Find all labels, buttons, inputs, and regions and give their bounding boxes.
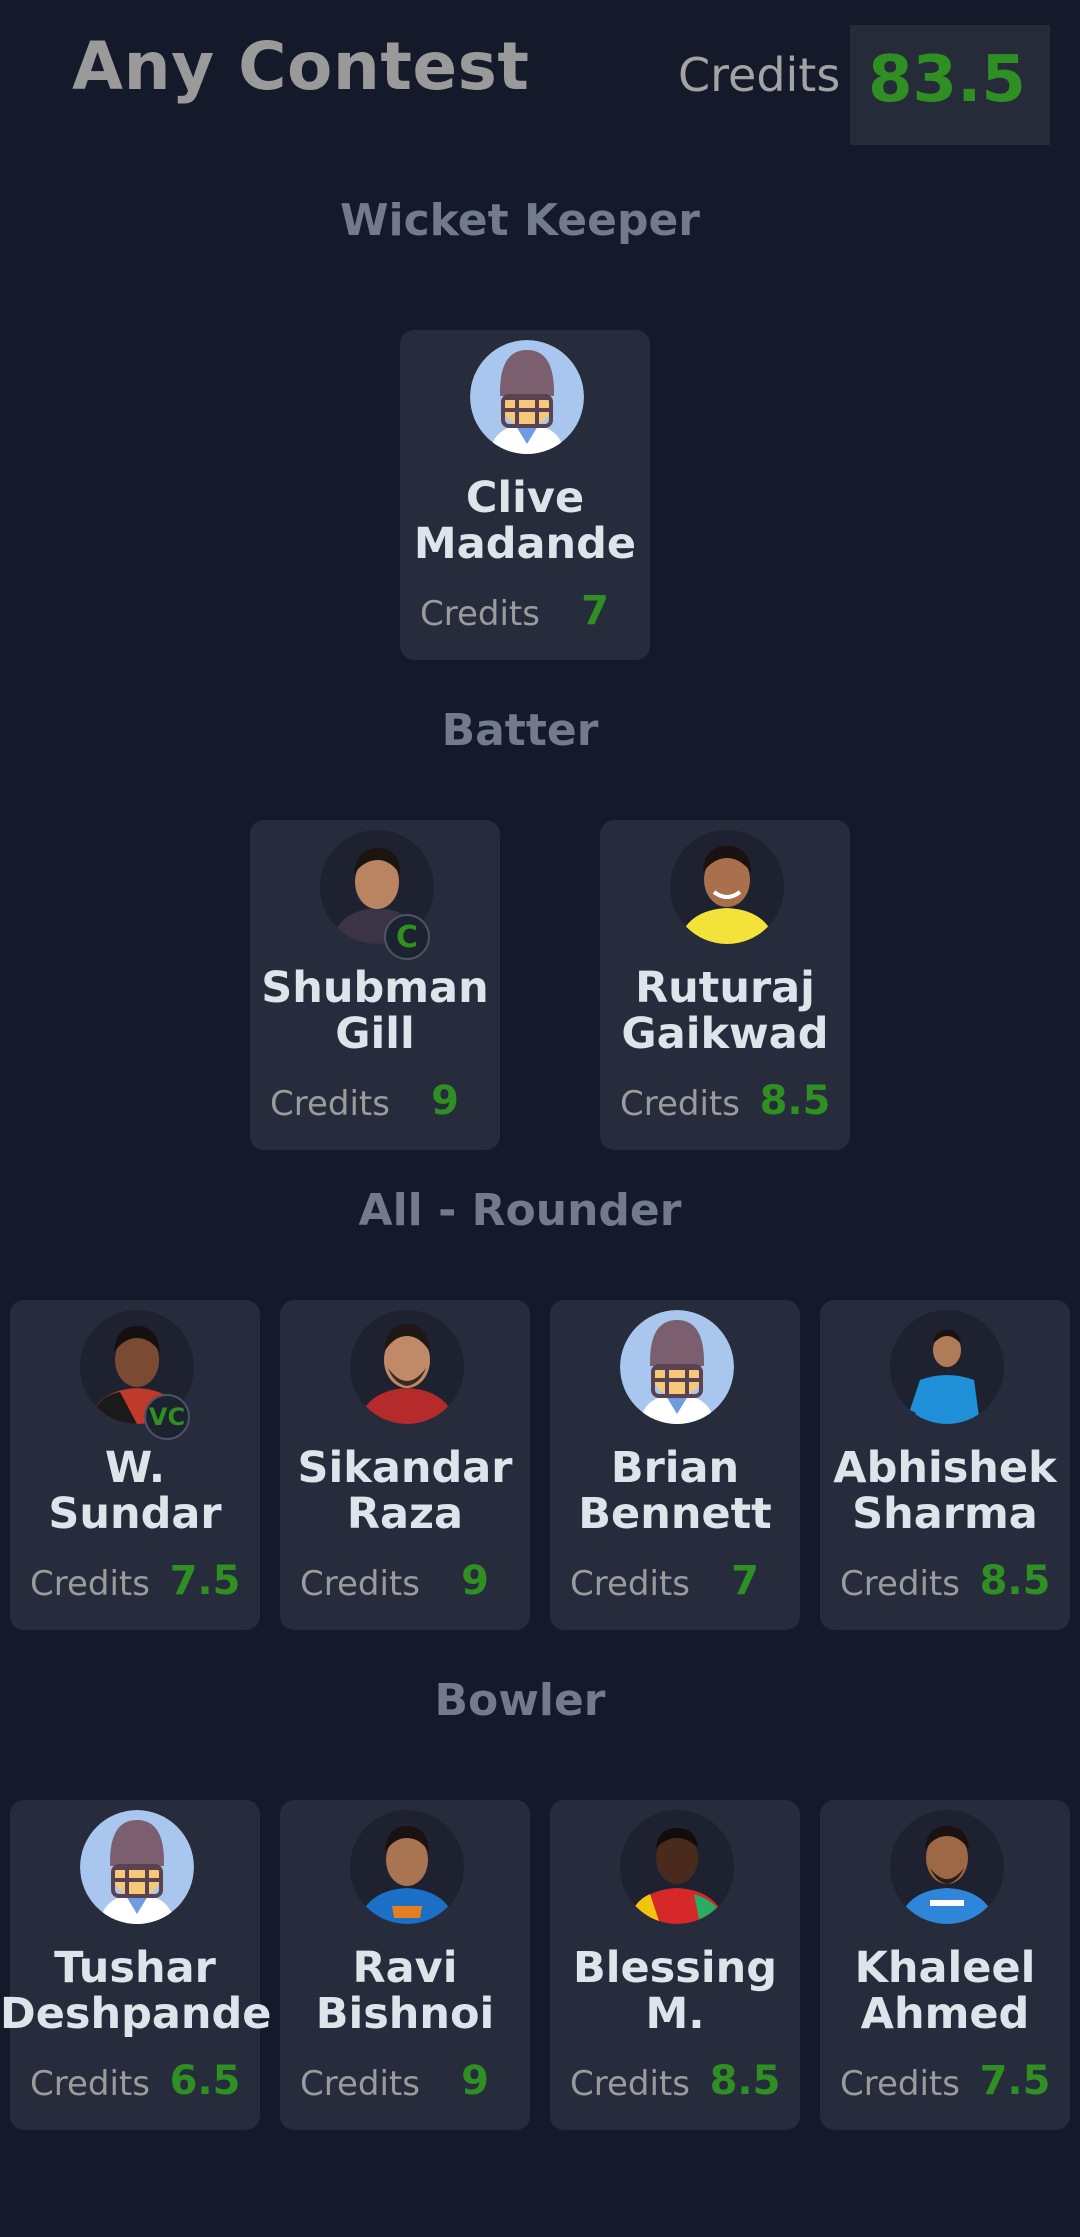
section-title-wicket-keeper: Wicket Keeper [339, 195, 700, 246]
credits-value: 7 [731, 1558, 759, 1604]
credits-value: 7 [581, 588, 609, 634]
player-credits: Credits 9 [280, 2058, 530, 2108]
player-card[interactable]: Clive Madande Credits 7 [400, 330, 650, 660]
credits-label: Credits [570, 2064, 690, 2104]
vice-captain-badge: VC [144, 1394, 190, 1440]
credits-value: 6.5 [169, 2058, 241, 2104]
player-card[interactable]: Khaleel Ahmed Credits 7.5 [820, 1800, 1070, 2130]
section-title-batter: Batter [441, 705, 599, 756]
player-card[interactable]: Tushar Deshpande Credits 6.5 [0, 1800, 271, 2130]
player-photo [350, 1810, 464, 1924]
player-photo [670, 830, 784, 944]
credits-value: 9 [461, 1558, 489, 1604]
placeholder-helmet-icon [80, 1810, 194, 1924]
credits-label: Credits [30, 1564, 150, 1604]
credits-value: 7.5 [169, 1558, 241, 1604]
player-name: Abhishek Sharma [833, 1443, 1057, 1539]
placeholder-helmet-icon [470, 340, 584, 454]
player-card[interactable]: Abhishek Sharma Credits 8.5 [820, 1300, 1070, 1630]
credits-label: Credits [420, 594, 540, 634]
player-card[interactable]: Blessing M. Credits 8.5 [550, 1800, 800, 2130]
player-name: Sikandar Raza [297, 1443, 513, 1539]
player-name: Ravi Bishnoi [315, 1943, 495, 2039]
credits-label: Credits [270, 1084, 390, 1124]
header: Any Contest Credits 83.5 [0, 0, 1080, 150]
credits-label: Credits [300, 2064, 420, 2104]
player-credits: Credits 8.5 [550, 2058, 800, 2108]
credits-value: 9 [461, 2058, 489, 2104]
placeholder-helmet-icon [620, 1310, 734, 1424]
player-card[interactable]: VC W. Sundar Credits 7.5 [10, 1300, 260, 1630]
player-card[interactable]: Brian Bennett Credits 7 [550, 1300, 800, 1630]
player-card[interactable]: C Shubman Gill Credits 9 [250, 820, 500, 1150]
player-photo [350, 1310, 464, 1424]
player-name: Ruturaj Gaikwad [621, 963, 829, 1059]
page-title: Any Contest [72, 28, 530, 105]
credits-label: Credits [840, 2064, 960, 2104]
total-credits-box: 83.5 [850, 25, 1050, 145]
credits-value: 7.5 [979, 2058, 1051, 2104]
player-credits: Credits 7.5 [820, 2058, 1070, 2108]
credits-label: Credits [30, 2064, 150, 2104]
player-name: Shubman Gill [261, 963, 489, 1059]
captain-badge: C [384, 914, 430, 960]
player-name: Tushar Deshpande [0, 1943, 272, 2039]
player-credits: Credits 8.5 [820, 1558, 1070, 1608]
player-card[interactable]: Ruturaj Gaikwad Credits 8.5 [600, 820, 850, 1150]
credits-label: Credits [300, 1564, 420, 1604]
credits-value: 9 [431, 1078, 459, 1124]
player-credits: Credits 9 [280, 1558, 530, 1608]
credits-value: 8.5 [709, 2058, 781, 2104]
credits-label: Credits [840, 1564, 960, 1604]
player-credits: Credits 8.5 [600, 1078, 850, 1128]
player-name: Brian Bennett [578, 1443, 772, 1539]
section-title-bowler: Bowler [434, 1675, 606, 1726]
player-credits: Credits 7 [400, 588, 650, 638]
player-credits: Credits 6.5 [10, 2058, 260, 2108]
credits-label: Credits [570, 1564, 690, 1604]
player-name: Blessing M. [573, 1943, 777, 2039]
credits-value: 8.5 [759, 1078, 831, 1124]
player-card[interactable]: Ravi Bishnoi Credits 9 [280, 1800, 530, 2130]
player-name: Clive Madande [413, 473, 637, 569]
player-name: Khaleel Ahmed [854, 1943, 1036, 2039]
player-photo [620, 1810, 734, 1924]
section-title-all-rounder: All - Rounder [358, 1185, 682, 1236]
player-name: W. Sundar [48, 1443, 222, 1539]
player-credits: Credits 9 [250, 1078, 500, 1128]
player-photo [890, 1310, 1004, 1424]
player-photo [890, 1810, 1004, 1924]
total-credits-value: 83.5 [868, 43, 1026, 117]
credits-value: 8.5 [979, 1558, 1051, 1604]
player-card[interactable]: Sikandar Raza Credits 9 [280, 1300, 530, 1630]
total-credits-label: Credits [678, 48, 841, 102]
player-credits: Credits 7.5 [10, 1558, 260, 1608]
player-credits: Credits 7 [550, 1558, 800, 1608]
credits-label: Credits [620, 1084, 740, 1124]
